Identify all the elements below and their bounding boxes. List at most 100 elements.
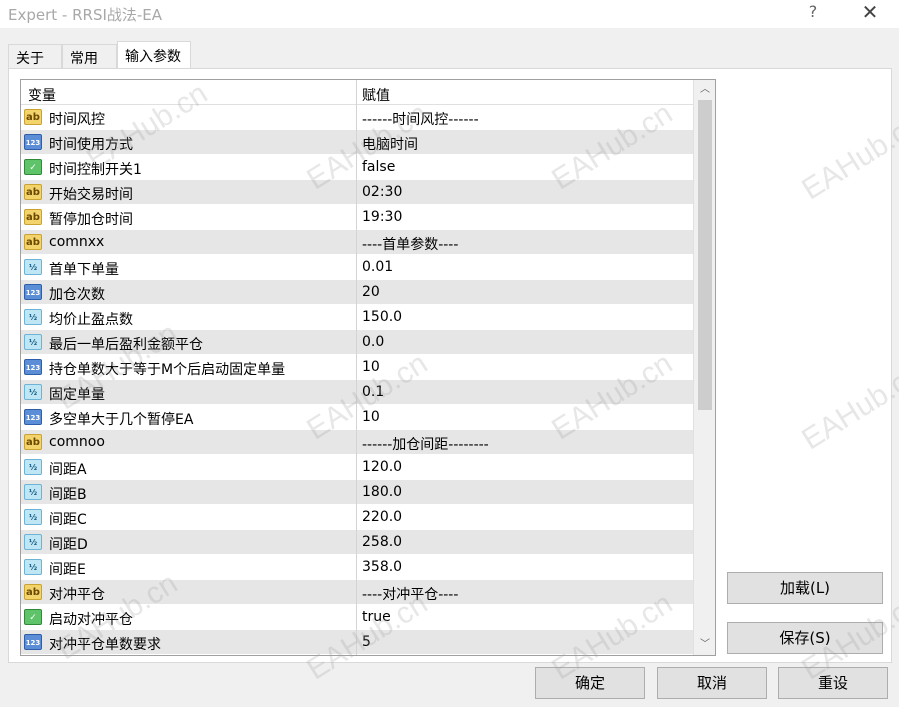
grid-row[interactable]: 123 持仓单数大于等于M个后启动固定单量 10	[21, 355, 693, 380]
column-header-variable[interactable]: 变量	[28, 85, 56, 105]
row-variable-name: 时间使用方式	[49, 137, 133, 153]
row-variable-name: comnoo	[49, 434, 105, 450]
grid-row[interactable]: ab 时间风控 ------时间风控------	[21, 105, 693, 130]
scroll-up-icon[interactable]: ︿	[694, 80, 715, 100]
save-button[interactable]: 保存(S)	[727, 622, 883, 654]
row-variable-name: 开始交易时间	[49, 187, 133, 203]
row-variable-name: 加仓次数	[49, 287, 105, 303]
double-type-icon: ½	[24, 509, 42, 525]
row-value[interactable]: 5	[362, 634, 371, 650]
grid-row[interactable]: ab 开始交易时间 02:30	[21, 180, 693, 205]
string-type-icon: ab	[24, 109, 42, 125]
tab-common[interactable]: 常用	[62, 44, 117, 69]
row-value[interactable]: ----对冲平仓----	[362, 584, 458, 604]
row-variable-name: 间距B	[49, 487, 87, 503]
row-value[interactable]: 150.0	[362, 309, 402, 325]
reset-button[interactable]: 重设	[778, 667, 888, 699]
row-variable-name: 对冲平仓单数要求	[49, 637, 161, 653]
title-bar: Expert - RRSI战法-EA ? ✕	[0, 0, 899, 28]
string-type-icon: ab	[24, 434, 42, 450]
row-value[interactable]: 20	[362, 284, 380, 300]
integer-type-icon: 123	[24, 284, 42, 300]
row-value[interactable]: ------时间风控------	[362, 109, 479, 129]
scrollbar-thumb[interactable]	[698, 100, 712, 410]
row-variable-name: 对冲平仓	[49, 587, 105, 603]
grid-row[interactable]: ab 暂停加仓时间 19:30	[21, 205, 693, 230]
tab-about[interactable]: 关于	[8, 44, 62, 69]
row-value[interactable]: 358.0	[362, 559, 402, 575]
row-value[interactable]: 02:30	[362, 184, 402, 200]
double-type-icon: ½	[24, 459, 42, 475]
grid-row[interactable]: ab comnxx ----首单参数----	[21, 230, 693, 255]
row-value[interactable]: 258.0	[362, 534, 402, 550]
ok-button[interactable]: 确定	[535, 667, 645, 699]
grid-row[interactable]: ½ 间距E 358.0	[21, 555, 693, 580]
row-value[interactable]: 0.1	[362, 384, 384, 400]
integer-type-icon: 123	[24, 359, 42, 375]
grid-row[interactable]: ab 对冲平仓 ----对冲平仓----	[21, 580, 693, 605]
grid-row[interactable]: ½ 间距A 120.0	[21, 455, 693, 480]
double-type-icon: ½	[24, 334, 42, 350]
row-value[interactable]: 220.0	[362, 509, 402, 525]
grid-rows: ab 时间风控 ------时间风控------ 123 时间使用方式 电脑时间 ✓ 时间控制…	[21, 105, 693, 655]
row-value[interactable]: 0.01	[362, 259, 393, 275]
grid-row[interactable]: ½ 均价止盈点数 150.0	[21, 305, 693, 330]
vertical-scrollbar[interactable]: ︿ ﹀	[693, 80, 715, 655]
row-variable-name: 间距D	[49, 537, 88, 553]
double-type-icon: ½	[24, 259, 42, 275]
scroll-down-icon[interactable]: ﹀	[694, 635, 715, 655]
grid-row[interactable]: 123 时间使用方式 电脑时间	[21, 130, 693, 155]
row-variable-name: 持仓单数大于等于M个后启动固定单量	[49, 362, 286, 378]
row-variable-name: 暂停加仓时间	[49, 212, 133, 228]
tab-inputs[interactable]: 输入参数	[117, 41, 191, 70]
row-value[interactable]: 10	[362, 359, 380, 375]
close-icon[interactable]: ✕	[858, 0, 882, 24]
grid-row[interactable]: ✓ 时间控制开关1 false	[21, 155, 693, 180]
double-type-icon: ½	[24, 309, 42, 325]
row-value[interactable]: 电脑时间	[362, 134, 418, 154]
row-value[interactable]: 120.0	[362, 459, 402, 475]
row-variable-name: 多空单大于几个暂停EA	[49, 412, 194, 428]
row-variable-name: 最后一单后盈利金额平仓	[49, 337, 203, 353]
grid-row[interactable]: ½ 间距B 180.0	[21, 480, 693, 505]
grid-row[interactable]: ½ 最后一单后盈利金额平仓 0.0	[21, 330, 693, 355]
row-value[interactable]: ------加仓间距--------	[362, 434, 489, 454]
column-header-value[interactable]: 赋值	[362, 85, 390, 105]
grid-row[interactable]: ½ 首单下单量 0.01	[21, 255, 693, 280]
grid-row[interactable]: 123 多空单大于几个暂停EA 10	[21, 405, 693, 430]
row-variable-name: 间距A	[49, 462, 87, 478]
string-type-icon: ab	[24, 584, 42, 600]
row-variable-name: 间距C	[49, 512, 87, 528]
row-value[interactable]: true	[362, 609, 391, 625]
grid-row[interactable]: ab comnoo ------加仓间距--------	[21, 430, 693, 455]
row-value[interactable]: 19:30	[362, 209, 402, 225]
double-type-icon: ½	[24, 534, 42, 550]
grid-header: 变量 赋值	[21, 80, 693, 105]
grid-row[interactable]: 123 对冲平仓单数要求 5	[21, 630, 693, 655]
window-title: Expert - RRSI战法-EA	[8, 6, 163, 24]
help-icon[interactable]: ?	[805, 2, 821, 22]
grid-row[interactable]: ½ 固定单量 0.1	[21, 380, 693, 405]
grid-row[interactable]: 123 加仓次数 20	[21, 280, 693, 305]
row-variable-name: 时间控制开关1	[49, 162, 142, 178]
load-button[interactable]: 加载(L)	[727, 572, 883, 604]
row-value[interactable]: ----首单参数----	[362, 234, 458, 254]
row-variable-name: 均价止盈点数	[49, 312, 133, 328]
row-variable-name: 时间风控	[49, 112, 105, 128]
row-variable-name: 首单下单量	[49, 262, 119, 278]
integer-type-icon: 123	[24, 134, 42, 150]
row-value[interactable]: false	[362, 159, 395, 175]
column-separator[interactable]	[356, 80, 357, 655]
grid-row[interactable]: ½ 间距C 220.0	[21, 505, 693, 530]
inputs-grid: 变量 赋值 ab 时间风控 ------时间风控------ 123 时间使用方式 电脑时…	[20, 79, 716, 656]
row-value[interactable]: 0.0	[362, 334, 384, 350]
row-variable-name: comnxx	[49, 234, 105, 250]
cancel-button[interactable]: 取消	[657, 667, 767, 699]
integer-type-icon: 123	[24, 634, 42, 650]
grid-row[interactable]: ✓ 启动对冲平仓 true	[21, 605, 693, 630]
bool-type-icon: ✓	[24, 159, 42, 175]
grid-row[interactable]: ½ 间距D 258.0	[21, 530, 693, 555]
row-value[interactable]: 180.0	[362, 484, 402, 500]
row-value[interactable]: 10	[362, 409, 380, 425]
string-type-icon: ab	[24, 184, 42, 200]
